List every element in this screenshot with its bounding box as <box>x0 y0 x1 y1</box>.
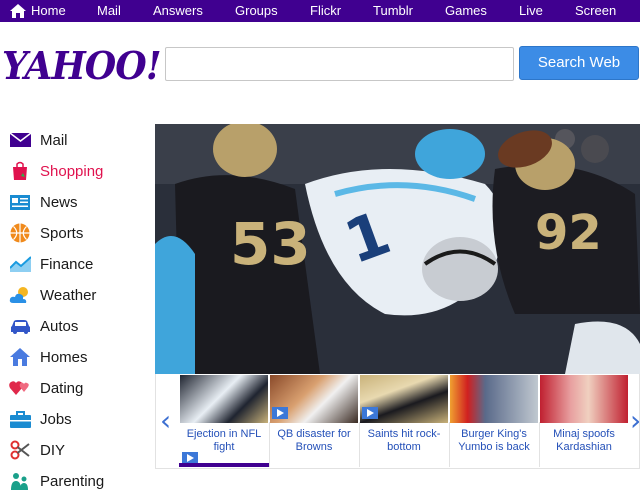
sidebar-item-shopping[interactable]: Shopping <box>9 159 103 183</box>
svg-text:53: 53 <box>230 210 311 278</box>
carousel-prev-arrow[interactable]: ‹ <box>160 404 171 437</box>
carousel-caption: Saints hit rock-bottom <box>367 428 441 453</box>
nav-mail[interactable]: Mail <box>97 0 121 22</box>
active-indicator <box>179 463 269 467</box>
sidebar-item-finance[interactable]: Finance <box>9 252 93 276</box>
thumbnail-image <box>180 375 268 423</box>
football-players-photo: 1 53 92 <box>155 124 640 374</box>
sidebar-item-sports[interactable]: Sports <box>9 221 83 245</box>
sidebar-item-label: Parenting <box>40 472 105 490</box>
carousel-next-arrow[interactable]: › <box>630 404 640 437</box>
sidebar-item-label: Autos <box>40 317 79 335</box>
sidebar-item-label: Weather <box>40 286 97 304</box>
sidebar-item-dating[interactable]: Dating <box>9 376 83 400</box>
sidebar-item-diy[interactable]: DIY <box>9 438 65 462</box>
carousel-item[interactable]: Ejection in NFL fight <box>179 374 270 467</box>
nav-answers[interactable]: Answers <box>153 0 203 22</box>
envelope-icon <box>9 130 31 150</box>
sidebar-item-label: Shopping <box>40 162 104 180</box>
nav-games[interactable]: Games <box>445 0 487 22</box>
basketball-icon <box>9 223 31 243</box>
yahoo-logo[interactable]: YAHOO! <box>2 43 162 88</box>
search-input[interactable] <box>165 47 514 81</box>
nav-home[interactable]: Home <box>10 0 66 22</box>
sidebar-item-label: News <box>40 193 78 211</box>
sidebar-item-mail[interactable]: Mail <box>9 128 68 152</box>
sidebar-item-parenting[interactable]: Parenting <box>9 469 104 493</box>
scissors-icon <box>9 440 31 460</box>
sidebar-item-homes[interactable]: Homes <box>9 345 88 369</box>
hearts-icon <box>9 378 31 398</box>
sidebar-item-label: Mail <box>40 131 68 149</box>
house-icon <box>9 347 31 367</box>
sidebar-item-label: Finance <box>40 255 94 273</box>
sidebar-item-label: Jobs <box>40 410 72 428</box>
carousel-item[interactable]: Saints hit rock-bottom <box>359 374 450 467</box>
carousel-caption: QB disaster for Browns <box>277 428 351 453</box>
chart-icon <box>9 254 31 274</box>
sidebar-item-weather[interactable]: Weather <box>9 283 96 307</box>
nav-flickr[interactable]: Flickr <box>310 0 341 22</box>
nav-tumblr[interactable]: Tumblr <box>373 0 413 22</box>
carousel-caption: Burger King's Yumbo is back <box>458 428 530 453</box>
car-icon <box>9 316 31 336</box>
svg-text:92: 92 <box>535 205 602 261</box>
carousel-item[interactable]: QB disaster for Browns <box>269 374 360 467</box>
sidebar-item-label: Sports <box>40 224 84 242</box>
parenting-icon <box>9 471 31 491</box>
carousel-caption: Ejection in NFL fight <box>186 428 262 453</box>
top-navigation-bar: Home Mail Answers Groups Flickr Tumblr G… <box>0 0 640 22</box>
sidebar-item-label: Homes <box>40 348 88 366</box>
nav-screen[interactable]: Screen <box>575 0 616 22</box>
sidebar-item-label: DIY <box>40 441 66 459</box>
news-carousel: ‹ › Ejection in NFL fight QB disaster fo… <box>155 374 640 469</box>
sidebar-item-label: Dating <box>40 379 84 397</box>
thumbnail-image <box>450 375 538 423</box>
carousel-caption: Minaj spoofs Kardashian <box>553 428 615 453</box>
weather-icon <box>9 285 31 305</box>
home-icon <box>10 4 26 18</box>
search-web-button[interactable]: Search Web <box>519 46 639 80</box>
newspaper-icon <box>9 192 31 212</box>
thumbnail-image <box>540 375 628 423</box>
video-play-icon <box>362 407 378 419</box>
nav-groups[interactable]: Groups <box>235 0 278 22</box>
sidebar-item-news[interactable]: News <box>9 190 78 214</box>
video-play-icon <box>272 407 288 419</box>
sidebar-item-autos[interactable]: Autos <box>9 314 78 338</box>
carousel-item[interactable]: Burger King's Yumbo is back <box>449 374 540 467</box>
briefcase-icon <box>9 409 31 429</box>
carousel-item[interactable]: Minaj spoofs Kardashian <box>539 374 629 467</box>
nav-live[interactable]: Live <box>519 0 543 22</box>
sidebar-item-jobs[interactable]: Jobs <box>9 407 72 431</box>
hero-image[interactable]: 1 53 92 <box>155 124 640 374</box>
nav-home-label: Home <box>31 3 66 18</box>
shopping-bag-icon <box>9 161 31 181</box>
